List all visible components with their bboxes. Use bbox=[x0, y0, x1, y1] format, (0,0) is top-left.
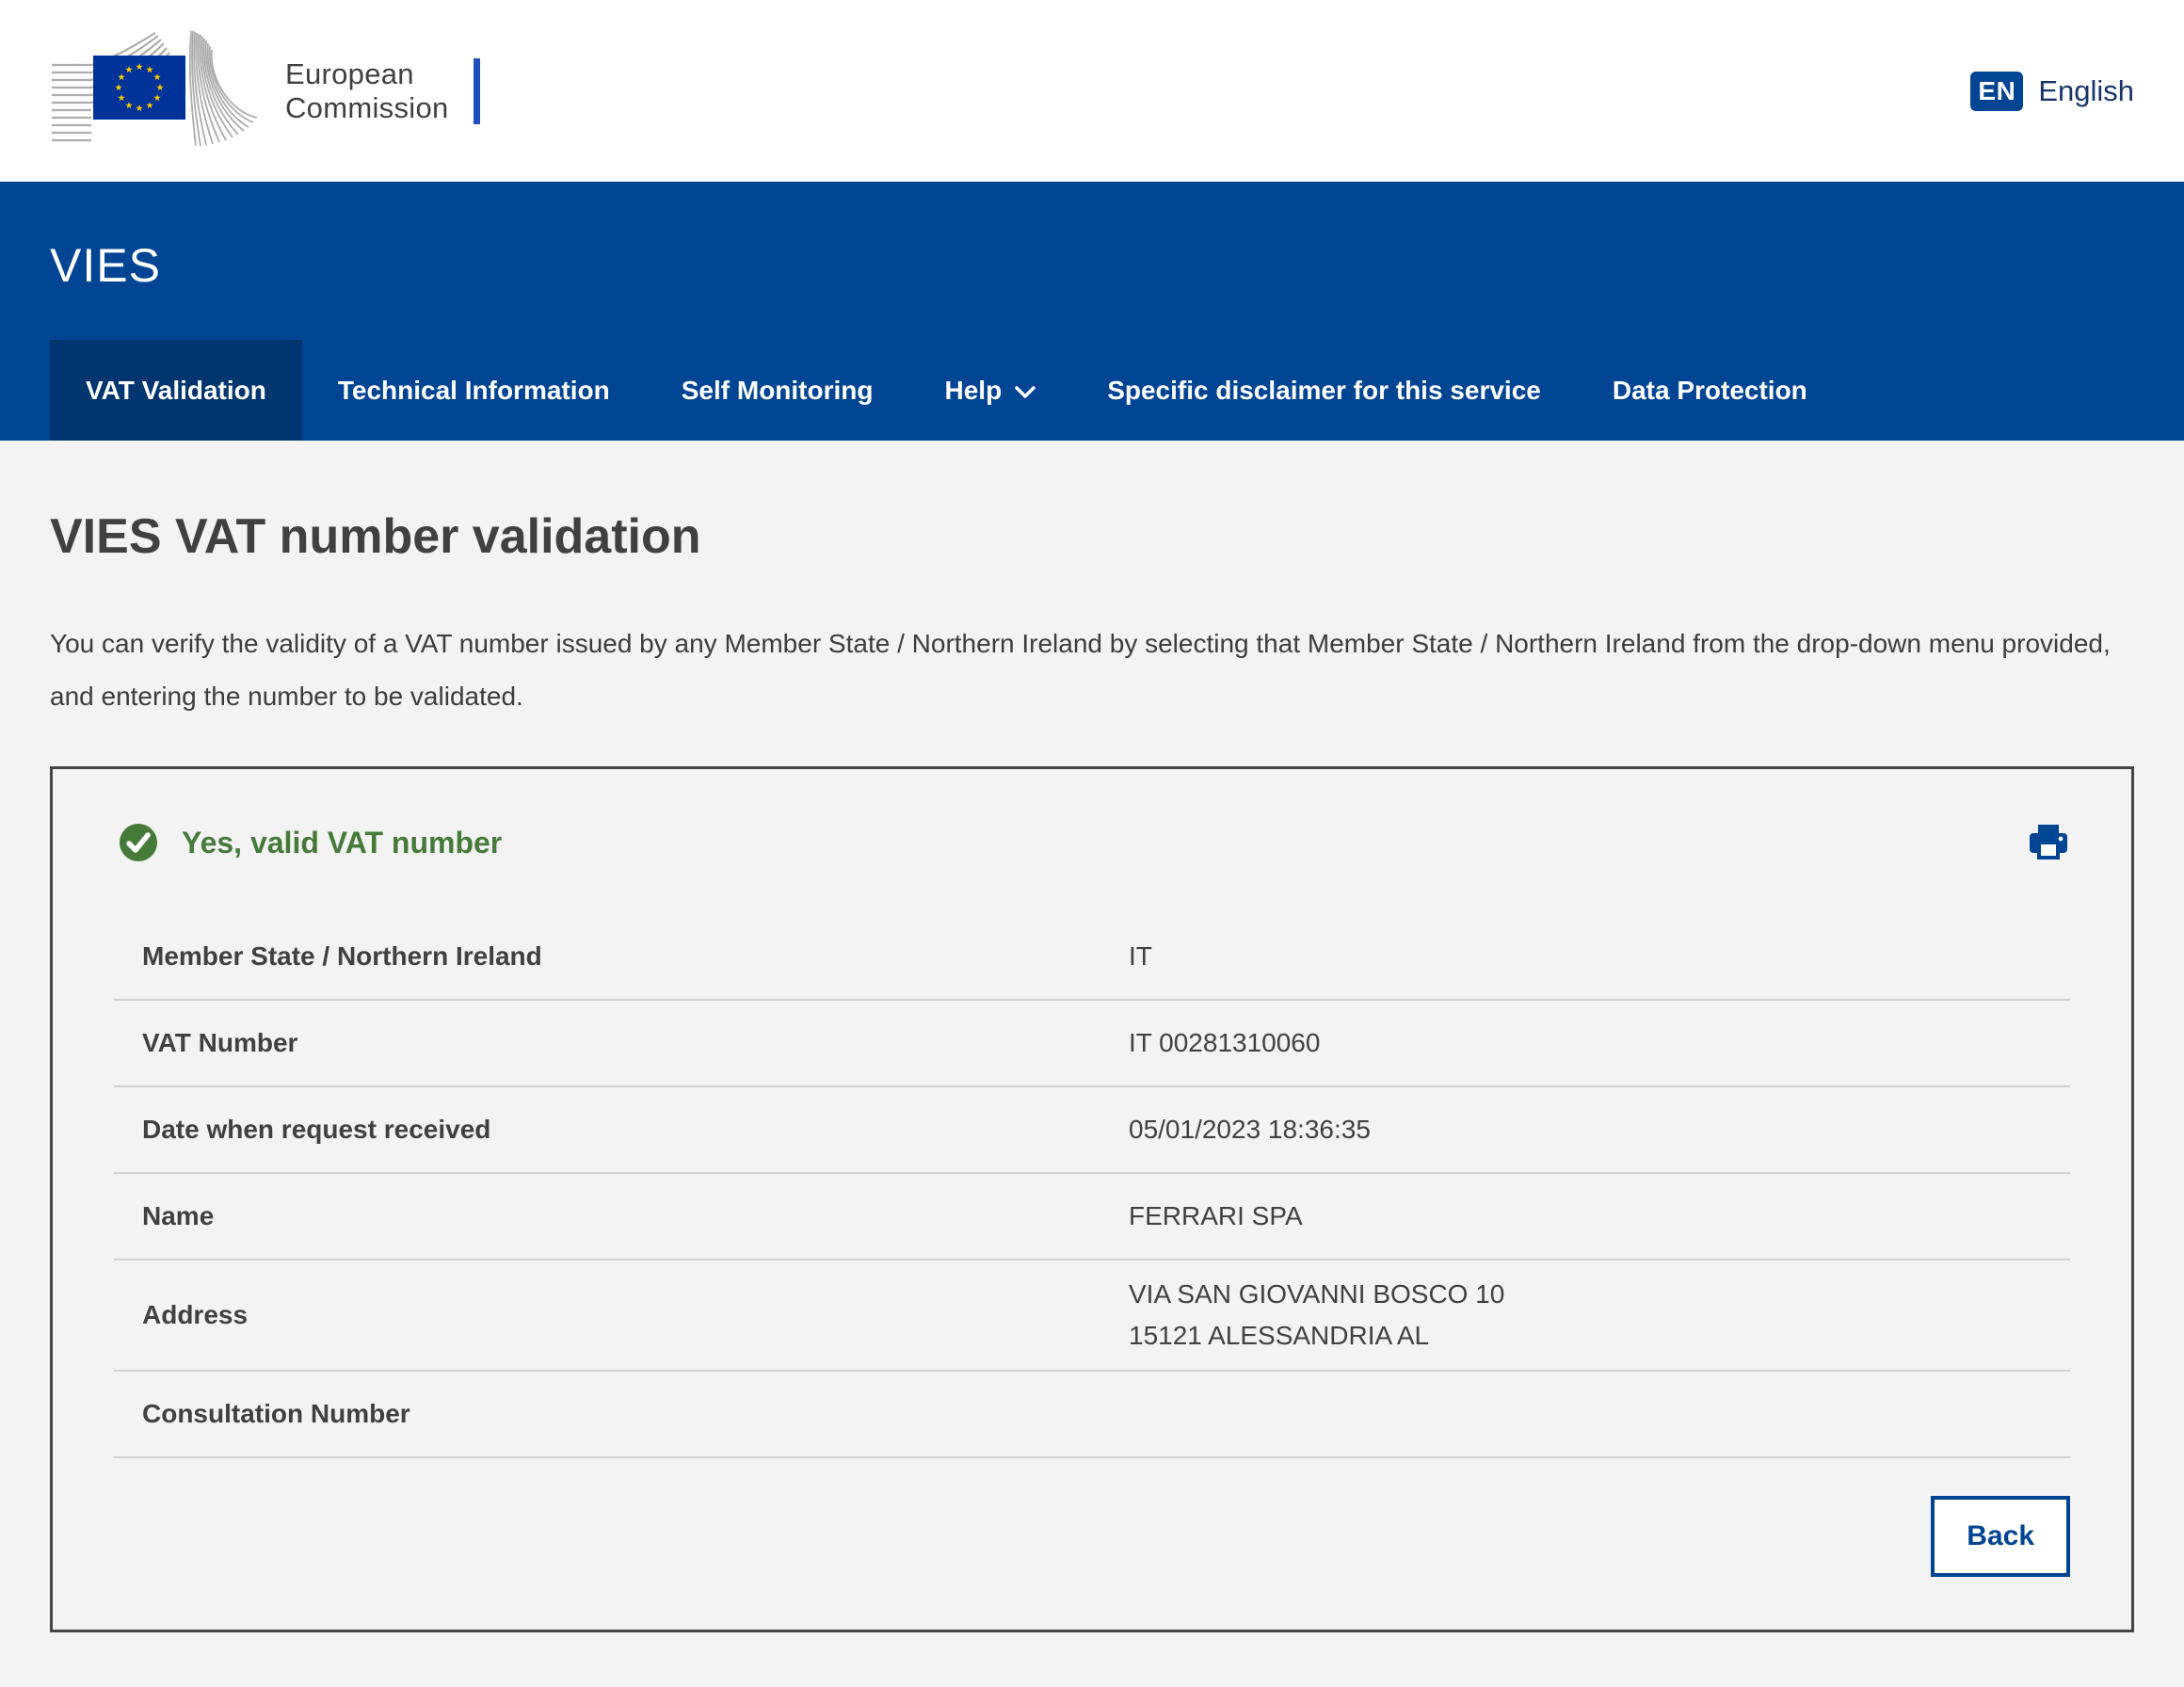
language-selector[interactable]: EN English bbox=[1970, 72, 2134, 111]
logo-divider-bar bbox=[474, 58, 480, 124]
chevron-down-icon bbox=[1015, 386, 1036, 399]
tab-label: Technical Information bbox=[338, 376, 610, 406]
row-label: Address bbox=[114, 1300, 1129, 1330]
logo-wordmark: European Commission bbox=[285, 57, 449, 125]
print-button[interactable] bbox=[2027, 823, 2070, 862]
row-value: VIA SAN GIOVANNI BOSCO 10 15121 ALESSAND… bbox=[1129, 1274, 1504, 1357]
tab-label: Data Protection bbox=[1613, 376, 1807, 406]
back-button[interactable]: Back bbox=[1931, 1496, 2070, 1577]
ec-logo-icon bbox=[50, 27, 266, 154]
main-content: VIES VAT number validation You can verif… bbox=[0, 508, 2184, 1632]
row-label: VAT Number bbox=[114, 1028, 1129, 1058]
tab-help[interactable]: Help bbox=[909, 340, 1072, 441]
logo-line2: Commission bbox=[285, 91, 449, 125]
row-value: 05/01/2023 18:36:35 bbox=[1129, 1109, 1371, 1150]
result-header: Yes, valid VAT number bbox=[114, 822, 2070, 863]
tab-label: Self Monitoring bbox=[682, 376, 874, 406]
site-header: European Commission EN English bbox=[0, 0, 2184, 182]
language-label: English bbox=[2038, 74, 2134, 108]
european-commission-logo[interactable]: European Commission bbox=[50, 27, 480, 154]
language-badge: EN bbox=[1970, 72, 2023, 111]
row-value: IT bbox=[1129, 936, 1152, 977]
page-title: VIES VAT number validation bbox=[50, 508, 2134, 565]
tab-label: Specific disclaimer for this service bbox=[1107, 376, 1541, 406]
table-row-member-state: Member State / Northern Ireland IT bbox=[114, 914, 2070, 1001]
printer-icon bbox=[2027, 823, 2070, 862]
row-label: Consultation Number bbox=[114, 1399, 1129, 1429]
row-label: Name bbox=[114, 1201, 1129, 1231]
logo-line1: European bbox=[285, 57, 449, 91]
result-footer: Back bbox=[114, 1496, 2070, 1577]
validation-result-box: Yes, valid VAT number Member State / Nor… bbox=[50, 766, 2134, 1632]
row-label: Member State / Northern Ireland bbox=[114, 941, 1129, 972]
tab-label: VAT Validation bbox=[86, 376, 266, 406]
intro-text: You can verify the validity of a VAT num… bbox=[50, 618, 2134, 723]
row-label: Date when request received bbox=[114, 1115, 1129, 1145]
valid-check-icon bbox=[118, 822, 159, 863]
tab-data-protection[interactable]: Data Protection bbox=[1577, 340, 1843, 441]
nav-tabs: VAT Validation Technical Information Sel… bbox=[0, 340, 2184, 441]
table-row-request-date: Date when request received 05/01/2023 18… bbox=[114, 1087, 2070, 1174]
table-row-consultation-number: Consultation Number bbox=[114, 1372, 2070, 1458]
row-value: IT 00281310060 bbox=[1129, 1022, 1320, 1064]
primary-navbar: VIES VAT Validation Technical Informatio… bbox=[0, 182, 2184, 441]
app-title: VIES bbox=[0, 182, 2184, 340]
tab-label: Help bbox=[945, 376, 1003, 406]
tab-self-monitoring[interactable]: Self Monitoring bbox=[646, 340, 909, 441]
result-table: Member State / Northern Ireland IT VAT N… bbox=[114, 914, 2070, 1458]
table-row-name: Name FERRARI SPA bbox=[114, 1174, 2070, 1261]
table-row-vat-number: VAT Number IT 00281310060 bbox=[114, 1001, 2070, 1087]
table-row-address: Address VIA SAN GIOVANNI BOSCO 10 15121 … bbox=[114, 1261, 2070, 1372]
tab-specific-disclaimer[interactable]: Specific disclaimer for this service bbox=[1071, 340, 1577, 441]
row-value: FERRARI SPA bbox=[1129, 1196, 1303, 1237]
tab-technical-information[interactable]: Technical Information bbox=[302, 340, 646, 441]
status-message: Yes, valid VAT number bbox=[182, 826, 502, 860]
tab-vat-validation[interactable]: VAT Validation bbox=[50, 340, 302, 441]
